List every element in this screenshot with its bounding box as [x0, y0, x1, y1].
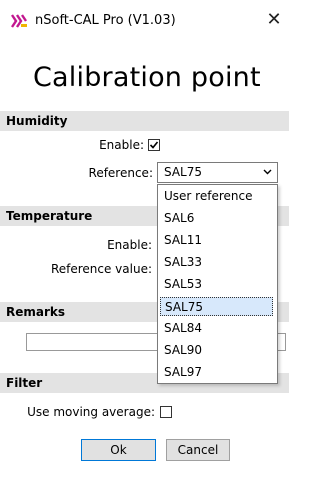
- humidity-enable-checkbox[interactable]: [148, 139, 160, 151]
- filter-section-title: Filter: [6, 376, 43, 390]
- window-title: nSoft-CAL Pro (V1.03): [35, 13, 176, 28]
- moving-average-checkbox[interactable]: [160, 406, 172, 418]
- dropdown-option[interactable]: SAL90: [160, 341, 273, 360]
- app-logo-icon: [10, 13, 28, 29]
- humidity-reference-select[interactable]: SAL75: [157, 162, 278, 183]
- humidity-section-header: Humidity: [0, 111, 289, 131]
- humidity-enable-label: Enable:: [99, 138, 144, 152]
- dropdown-option[interactable]: SAL84: [160, 319, 273, 338]
- temperature-section-title: Temperature: [6, 209, 93, 223]
- reference-dropdown-list: User reference SAL6 SAL11 SAL33 SAL53 SA…: [157, 184, 278, 384]
- humidity-reference-label: Reference:: [88, 166, 153, 180]
- page-title: Calibration point: [33, 62, 261, 93]
- humidity-section-title: Humidity: [6, 114, 68, 128]
- cancel-button[interactable]: Cancel: [166, 439, 230, 461]
- checkmark-icon: [149, 141, 159, 149]
- remarks-section-title: Remarks: [6, 305, 66, 319]
- dropdown-option[interactable]: SAL97: [160, 363, 273, 382]
- dropdown-option-selected[interactable]: SAL75: [160, 297, 273, 316]
- dropdown-option[interactable]: User reference: [160, 187, 273, 206]
- close-icon[interactable]: ✕: [262, 8, 286, 32]
- dropdown-option[interactable]: SAL33: [160, 253, 273, 272]
- temperature-enable-label: Enable:: [107, 238, 152, 252]
- moving-average-label: Use moving average:: [27, 405, 155, 419]
- dropdown-option[interactable]: SAL53: [160, 275, 273, 294]
- humidity-reference-value: SAL75: [164, 165, 203, 179]
- dropdown-option[interactable]: SAL6: [160, 209, 273, 228]
- temperature-reference-value-label: Reference value:: [50, 262, 152, 276]
- ok-button[interactable]: Ok: [81, 439, 156, 461]
- dropdown-option[interactable]: SAL11: [160, 231, 273, 250]
- chevron-down-icon: [263, 165, 272, 184]
